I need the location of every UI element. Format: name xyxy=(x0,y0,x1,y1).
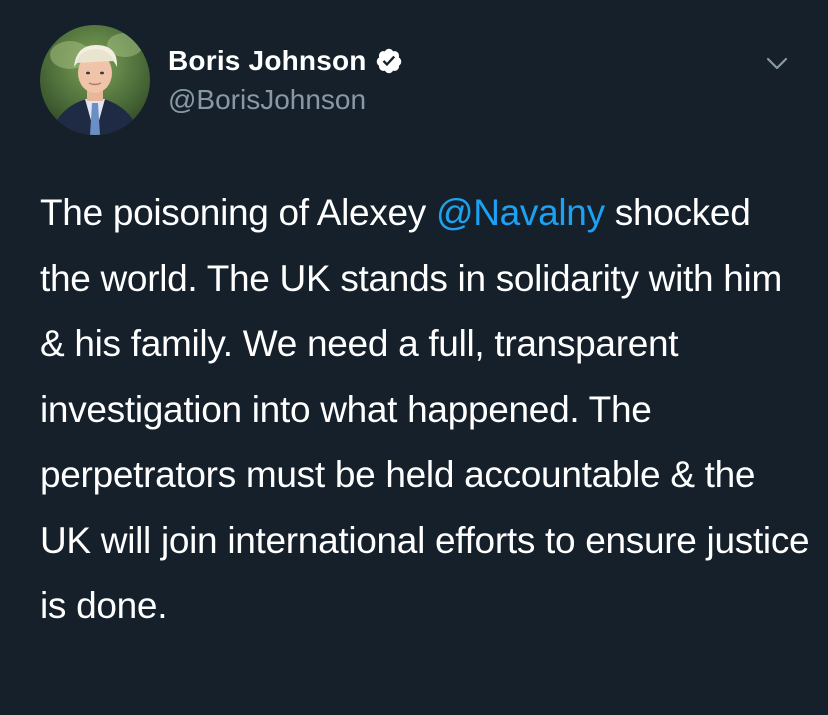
author-handle[interactable]: @BorisJohnson xyxy=(168,84,366,116)
chevron-down-icon[interactable] xyxy=(764,50,790,76)
tweet-card: Boris Johnson @BorisJohnson The poisonin… xyxy=(0,0,828,715)
avatar-image xyxy=(40,25,150,135)
mention-link[interactable]: @Navalny xyxy=(436,192,605,233)
author-display-name[interactable]: Boris Johnson xyxy=(168,45,367,77)
tweet-text-after: shocked the world. The UK stands in soli… xyxy=(40,192,810,626)
tweet-text-before: The poisoning of Alexey xyxy=(40,192,436,233)
tweet-text: The poisoning of Alexey @Navalny shocked… xyxy=(40,180,810,639)
author-name-row: Boris Johnson xyxy=(168,44,403,78)
verified-badge-icon xyxy=(375,47,403,75)
avatar[interactable] xyxy=(40,25,150,135)
